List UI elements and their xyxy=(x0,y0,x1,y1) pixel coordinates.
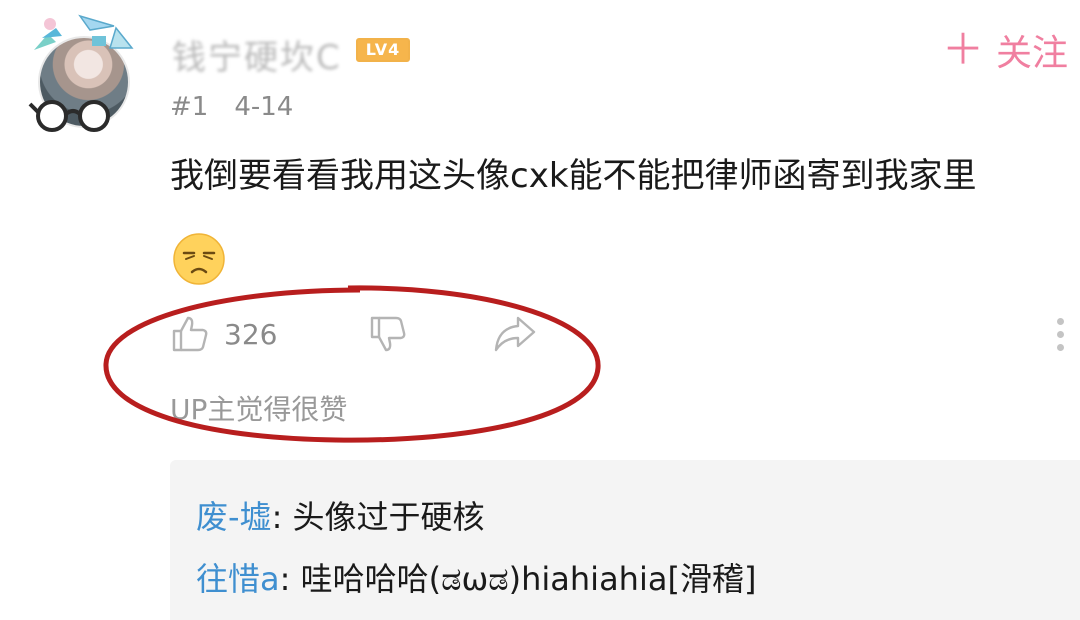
reply-separator: : xyxy=(271,498,293,536)
user-avatar[interactable] xyxy=(28,10,136,132)
comment-actions: 326 xyxy=(170,312,570,356)
share-button[interactable] xyxy=(492,314,538,358)
smug-emoji xyxy=(173,233,225,285)
more-dot xyxy=(1056,330,1064,338)
comment-text: 我倒要看看我用这头像cxk能不能把律师函寄到我家里 xyxy=(170,156,977,196)
plus-icon: ＋ xyxy=(941,25,984,74)
like-button[interactable]: 326 xyxy=(170,312,277,356)
up-liked-label: UP主觉得很赞 xyxy=(170,393,348,426)
reply-text: 哇哈哈哈(ಡωಡ)hiahiahia[滑稽] xyxy=(300,560,757,598)
comment-date: 4-14 xyxy=(234,92,294,122)
reply-item: 往惜a: 哇哈哈哈(ಡωಡ)hiahiahia[滑稽] xyxy=(196,554,756,600)
level-badge: LV4 xyxy=(356,38,410,62)
thumbs-down-icon xyxy=(370,316,406,352)
avatar-pendant-decoration xyxy=(34,14,134,50)
replies-box: 废-墟: 头像过于硬核 往惜a: 哇哈哈哈(ಡωಡ)hiahiahia[滑稽] xyxy=(170,460,1080,620)
dislike-button[interactable] xyxy=(368,314,408,358)
username[interactable]: 钱宁硬坎C xyxy=(172,30,342,78)
more-options-icon[interactable] xyxy=(1050,312,1070,356)
reply-separator: : xyxy=(279,560,301,598)
comment-meta: #1 4-14 xyxy=(170,92,293,122)
follow-button[interactable]: ＋ 关注 xyxy=(941,25,1068,75)
reply-username[interactable]: 往惜a xyxy=(196,560,280,598)
like-count: 326 xyxy=(224,317,278,351)
reply-item: 废-墟: 头像过于硬核 xyxy=(196,492,485,538)
reply-username[interactable]: 废-墟 xyxy=(196,498,272,536)
thumbs-up-icon xyxy=(172,316,208,352)
share-icon xyxy=(494,316,536,352)
more-dot xyxy=(1056,317,1064,325)
more-dot xyxy=(1056,343,1064,351)
avatar-glasses-decoration xyxy=(28,100,110,132)
follow-label: 关注 xyxy=(995,33,1068,74)
reply-text: 头像过于硬核 xyxy=(292,498,485,536)
floor-number: #1 xyxy=(170,92,209,122)
